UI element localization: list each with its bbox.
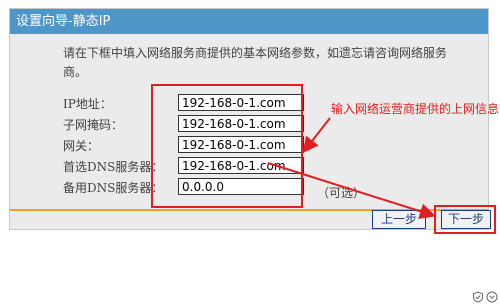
optional-note: （可选） — [317, 186, 366, 200]
shield-check-icon[interactable] — [472, 291, 484, 303]
window-title: 设置向导-静态IP — [10, 9, 488, 34]
ip-address-label: IP地址： — [63, 97, 112, 111]
chevron-down-icon[interactable] — [486, 291, 498, 303]
highlight-box-inputs — [151, 84, 303, 208]
primary-dns-label: 首选DNS服务器： — [63, 160, 164, 174]
highlight-box-next — [434, 205, 496, 234]
secondary-dns-label: 备用DNS服务器： — [63, 181, 164, 195]
gateway-label: 网关： — [63, 139, 100, 153]
intro-text: 请在下框中填入网络服务商提供的基本网络参数，如遗忘请咨询网络服务商。 — [63, 46, 448, 79]
subnet-mask-label: 子网掩码： — [63, 118, 124, 132]
annotation-text: 输入网络运营商提供的上网信息 — [331, 102, 500, 116]
prev-button[interactable]: 上一步 — [372, 210, 426, 229]
